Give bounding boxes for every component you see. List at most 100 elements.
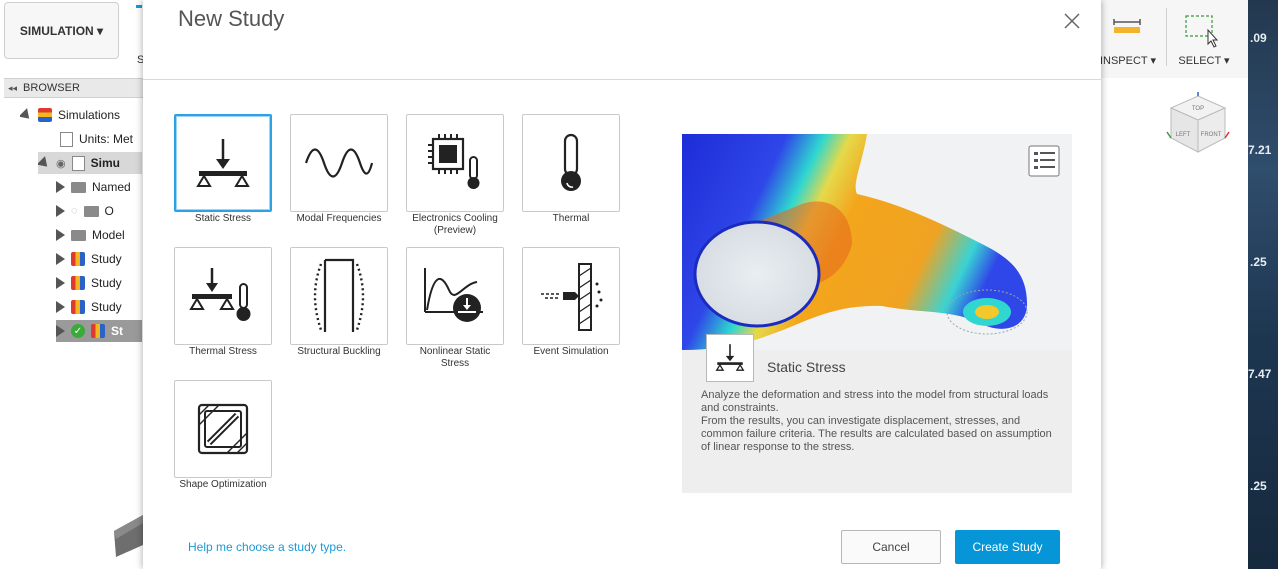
expand-icon[interactable] [56, 253, 65, 265]
study-tile-static-stress[interactable] [174, 114, 272, 212]
help-choose-study-link[interactable]: Help me choose a study type. [188, 540, 346, 554]
check-icon: ✓ [71, 324, 85, 338]
create-study-button[interactable]: Create Study [955, 530, 1060, 564]
study-tile-label: Thermal [552, 213, 590, 224]
toolbar-accent-mark [136, 5, 142, 8]
tree-item-label: O [104, 204, 114, 218]
tree-item-label: Simu [90, 156, 120, 170]
tree-item-label: Units: Met [79, 132, 134, 146]
browser-title: BROWSER [23, 82, 80, 94]
preview-description-line: From the results, you can investigate di… [701, 415, 1052, 453]
workspace-switcher-button[interactable]: SIMULATION ▾ [4, 2, 119, 59]
study-tile-thermal[interactable] [522, 114, 620, 212]
nonlinear-static-stress-icon [424, 268, 483, 322]
measure-icon [1113, 19, 1141, 33]
expand-icon[interactable] [56, 229, 65, 241]
tree-item-label: Named [92, 180, 131, 194]
preview-description-line: Analyze the deformation and stress into … [701, 389, 1049, 414]
dialog-title: New Study [178, 6, 285, 31]
study-tile-label: Shape Optimization [179, 479, 267, 490]
event-simulation-icon [541, 263, 603, 331]
simulations-icon [38, 108, 52, 122]
close-icon[interactable] [1061, 10, 1083, 32]
inspect-tool[interactable] [1101, 18, 1153, 37]
tree-item-study[interactable]: Study [56, 248, 142, 270]
study-tile-label: Structural Buckling [297, 346, 381, 357]
inspect-menu-button[interactable]: INSPECT ▾ [1099, 54, 1157, 67]
study-tile-structural-buckling[interactable] [290, 247, 388, 345]
expand-icon[interactable] [56, 277, 65, 289]
select-window-icon [1185, 15, 1219, 48]
expand-open-icon[interactable] [38, 155, 52, 171]
modal-frequencies-icon [304, 148, 374, 178]
select-menu-button[interactable]: SELECT ▾ [1176, 54, 1232, 67]
expand-icon[interactable] [56, 325, 65, 337]
document-icon [71, 155, 85, 171]
expand-icon[interactable] [56, 181, 65, 193]
expand-icon[interactable] [56, 301, 65, 313]
new-study-dialog: New Study Static Stress Modal Frequencie… [143, 0, 1101, 569]
strip-value: .09 [1250, 31, 1267, 45]
viewcube[interactable]: TOP LEFT FRONT [1165, 92, 1231, 158]
study-icon [71, 300, 85, 314]
study-tile-electronics-cooling[interactable] [406, 114, 504, 212]
tree-item-simulations[interactable]: Simulations [20, 104, 142, 126]
study-tile-shape-optimization[interactable] [174, 380, 272, 478]
study-tile-label: Nonlinear Static Stress [419, 346, 491, 369]
eye-hidden-icon[interactable]: ◌ [71, 205, 78, 217]
study-tile-nonlinear-static-stress[interactable] [406, 247, 504, 345]
preview-static-stress-icon [706, 334, 754, 382]
study-tile-label: Static Stress [194, 213, 252, 224]
viewcube-front-label: FRONT [1201, 132, 1222, 138]
tree-item-label: Model [92, 228, 125, 242]
tree-item-label: Simulations [58, 108, 121, 122]
tree-item-active-study[interactable]: ✓ St [56, 320, 142, 342]
strip-value: .25 [1250, 255, 1267, 269]
tree-item-model[interactable]: Model [56, 224, 142, 246]
expand-open-icon[interactable] [20, 107, 34, 123]
tree-item-named[interactable]: Named [56, 176, 142, 198]
electronics-cooling-icon [428, 134, 480, 189]
folder-icon [83, 205, 99, 217]
shape-optimization-icon [197, 403, 249, 455]
study-tile-label: Thermal Stress [189, 346, 257, 357]
viewcube-left-label: LEFT [1176, 132, 1191, 138]
viewcube-top-label: TOP [1192, 106, 1204, 112]
study-icon [71, 252, 85, 266]
tree-item-study[interactable]: Study [56, 296, 142, 318]
static-stress-icon [715, 344, 745, 371]
select-tool[interactable] [1182, 14, 1222, 51]
tree-item-hidden[interactable]: ◌ O [56, 200, 142, 222]
tree-item-label: St [111, 324, 123, 338]
tree-item-units[interactable]: Units: Met [60, 128, 142, 150]
study-tile-modal-frequencies[interactable] [290, 114, 388, 212]
folder-icon [71, 181, 86, 193]
model-fragment [114, 515, 143, 557]
eye-icon[interactable]: ◉ [56, 157, 66, 170]
study-tile-label: Electronics Cooling (Preview) [412, 213, 498, 236]
tree-item-study[interactable]: Study [56, 272, 142, 294]
thermal-stress-icon [189, 268, 251, 321]
toolbar-divider [1166, 8, 1167, 66]
structural-buckling-icon [313, 258, 365, 332]
cancel-button[interactable]: Cancel [841, 530, 941, 564]
tree-item-label: Study [91, 276, 122, 290]
study-tile-thermal-stress[interactable] [174, 247, 272, 345]
browser-panel-header[interactable]: ◂◂ BROWSER [4, 78, 144, 98]
thermometer-icon [561, 133, 581, 191]
tree-item-label: Study [91, 300, 122, 314]
strip-value: 7.47 [1248, 367, 1272, 381]
preview-title: Static Stress [767, 359, 846, 375]
tree-item-label: Study [91, 252, 122, 266]
study-icon [71, 276, 85, 290]
study-tile-label: Modal Frequencies [296, 213, 382, 224]
collapse-icon[interactable]: ◂◂ [8, 83, 17, 94]
list-view-icon[interactable] [1029, 146, 1059, 176]
study-tile-event-simulation[interactable] [522, 247, 620, 345]
dialog-divider [143, 79, 1101, 80]
stress-result-image [682, 134, 1072, 350]
strip-value: 7.21 [1248, 143, 1272, 157]
tree-item-active-simulation[interactable]: ◉ Simu [38, 152, 142, 174]
document-icon [60, 131, 73, 147]
expand-icon[interactable] [56, 205, 65, 217]
